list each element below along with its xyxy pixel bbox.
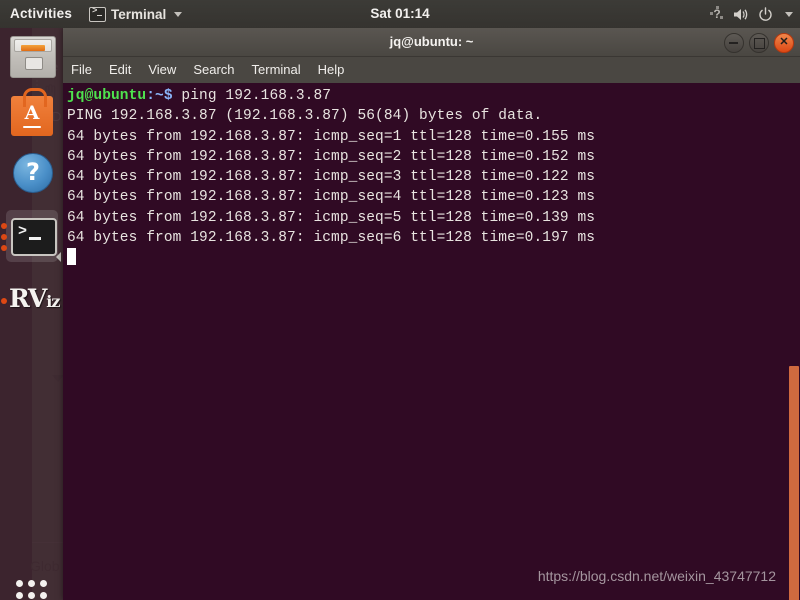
power-icon <box>759 6 772 21</box>
minimize-button[interactable] <box>724 33 744 53</box>
terminal-line: 64 bytes from 192.168.3.87: icmp_seq=5 t… <box>67 209 596 226</box>
window-controls: ✕ <box>724 33 794 53</box>
maximize-button[interactable] <box>749 33 769 53</box>
terminal-titlebar[interactable]: jq@ubuntu: ~ ✕ <box>63 28 800 57</box>
power-indicator[interactable] <box>758 6 773 22</box>
close-button[interactable]: ✕ <box>774 33 794 53</box>
menu-view[interactable]: View <box>148 57 176 83</box>
terminal-prompt-line: jq@ubuntu:~$ ping 192.168.3.87 <box>67 86 800 106</box>
chevron-down-icon <box>785 11 793 17</box>
dock-item-files[interactable] <box>6 32 58 84</box>
terminal-icon: > <box>11 218 57 256</box>
running-indicator-dots <box>1 223 7 256</box>
terminal-icon <box>89 6 107 22</box>
rviz-logo-small: iz <box>46 292 60 311</box>
menu-edit[interactable]: Edit <box>109 57 131 83</box>
menu-file[interactable]: File <box>71 57 92 83</box>
terminal-window[interactable]: jq@ubuntu: ~ ✕ File Edit View Search Ter… <box>63 28 800 600</box>
prompt-user-host: jq@ubuntu <box>67 88 147 104</box>
file-cabinet-icon <box>10 36 56 78</box>
rviz-logo-main: RV <box>9 284 47 313</box>
prompt-command: ping 192.168.3.87 <box>172 88 332 104</box>
volume-indicator[interactable] <box>733 7 749 22</box>
gnome-top-bar: Activities Terminal Sat 01:14 ? <box>0 0 800 28</box>
desktop-screen: e D Glob A ? > <box>0 0 800 600</box>
dock-item-help[interactable]: ? <box>6 148 58 200</box>
terminal-scrollbar-track[interactable] <box>787 83 800 600</box>
terminal-line: 64 bytes from 192.168.3.87: icmp_seq=1 t… <box>67 128 596 145</box>
show-applications-button[interactable] <box>12 576 52 600</box>
question-mark-icon: ? <box>710 6 724 21</box>
app-menu-label: Terminal <box>111 6 167 22</box>
dock-item-terminal[interactable]: > <box>1 210 61 262</box>
terminal-line: 64 bytes from 192.168.3.87: icmp_seq=6 t… <box>67 230 596 247</box>
app-menu-button[interactable]: Terminal <box>83 0 188 28</box>
system-menu-toggle[interactable] <box>782 11 793 17</box>
help-indicator[interactable]: ? <box>710 6 724 21</box>
system-tray: ? <box>710 0 793 28</box>
terminal-cursor-line <box>67 248 800 269</box>
menu-search[interactable]: Search <box>193 57 234 83</box>
launcher-dock: A ? > RViz <box>0 28 65 600</box>
shopping-bag-icon: A <box>11 88 53 136</box>
dock-item-ubuntu-software[interactable]: A <box>6 88 58 142</box>
dock-item-rviz[interactable]: RViz <box>1 276 60 328</box>
terminal-line: PING 192.168.3.87 (192.168.3.87) 56(84) … <box>67 108 543 125</box>
menu-terminal[interactable]: Terminal <box>252 57 301 83</box>
chevron-down-icon <box>174 11 183 17</box>
menu-help[interactable]: Help <box>318 57 345 83</box>
terminal-output-area[interactable]: jq@ubuntu:~$ ping 192.168.3.87 PING 192.… <box>63 83 800 600</box>
terminal-scrollbar-thumb[interactable] <box>789 366 799 600</box>
watermark-text: https://blog.csdn.net/weixin_43747712 <box>537 568 776 584</box>
activities-button[interactable]: Activities <box>0 0 83 28</box>
volume-icon <box>734 8 748 20</box>
terminal-line: 64 bytes from 192.168.3.87: icmp_seq=4 t… <box>67 189 596 206</box>
question-circle-icon: ? <box>13 153 53 193</box>
focused-window-arrow-icon <box>56 252 61 262</box>
text-cursor <box>67 248 76 266</box>
terminal-line: 64 bytes from 192.168.3.87: icmp_seq=3 t… <box>67 169 596 186</box>
terminal-menubar: File Edit View Search Terminal Help <box>63 57 800 83</box>
rviz-icon: RViz <box>9 284 60 313</box>
window-title: jq@ubuntu: ~ <box>389 34 474 49</box>
running-indicator-dots <box>1 298 7 309</box>
prompt-path: :~$ <box>146 88 173 104</box>
terminal-line: 64 bytes from 192.168.3.87: icmp_seq=2 t… <box>67 148 596 165</box>
